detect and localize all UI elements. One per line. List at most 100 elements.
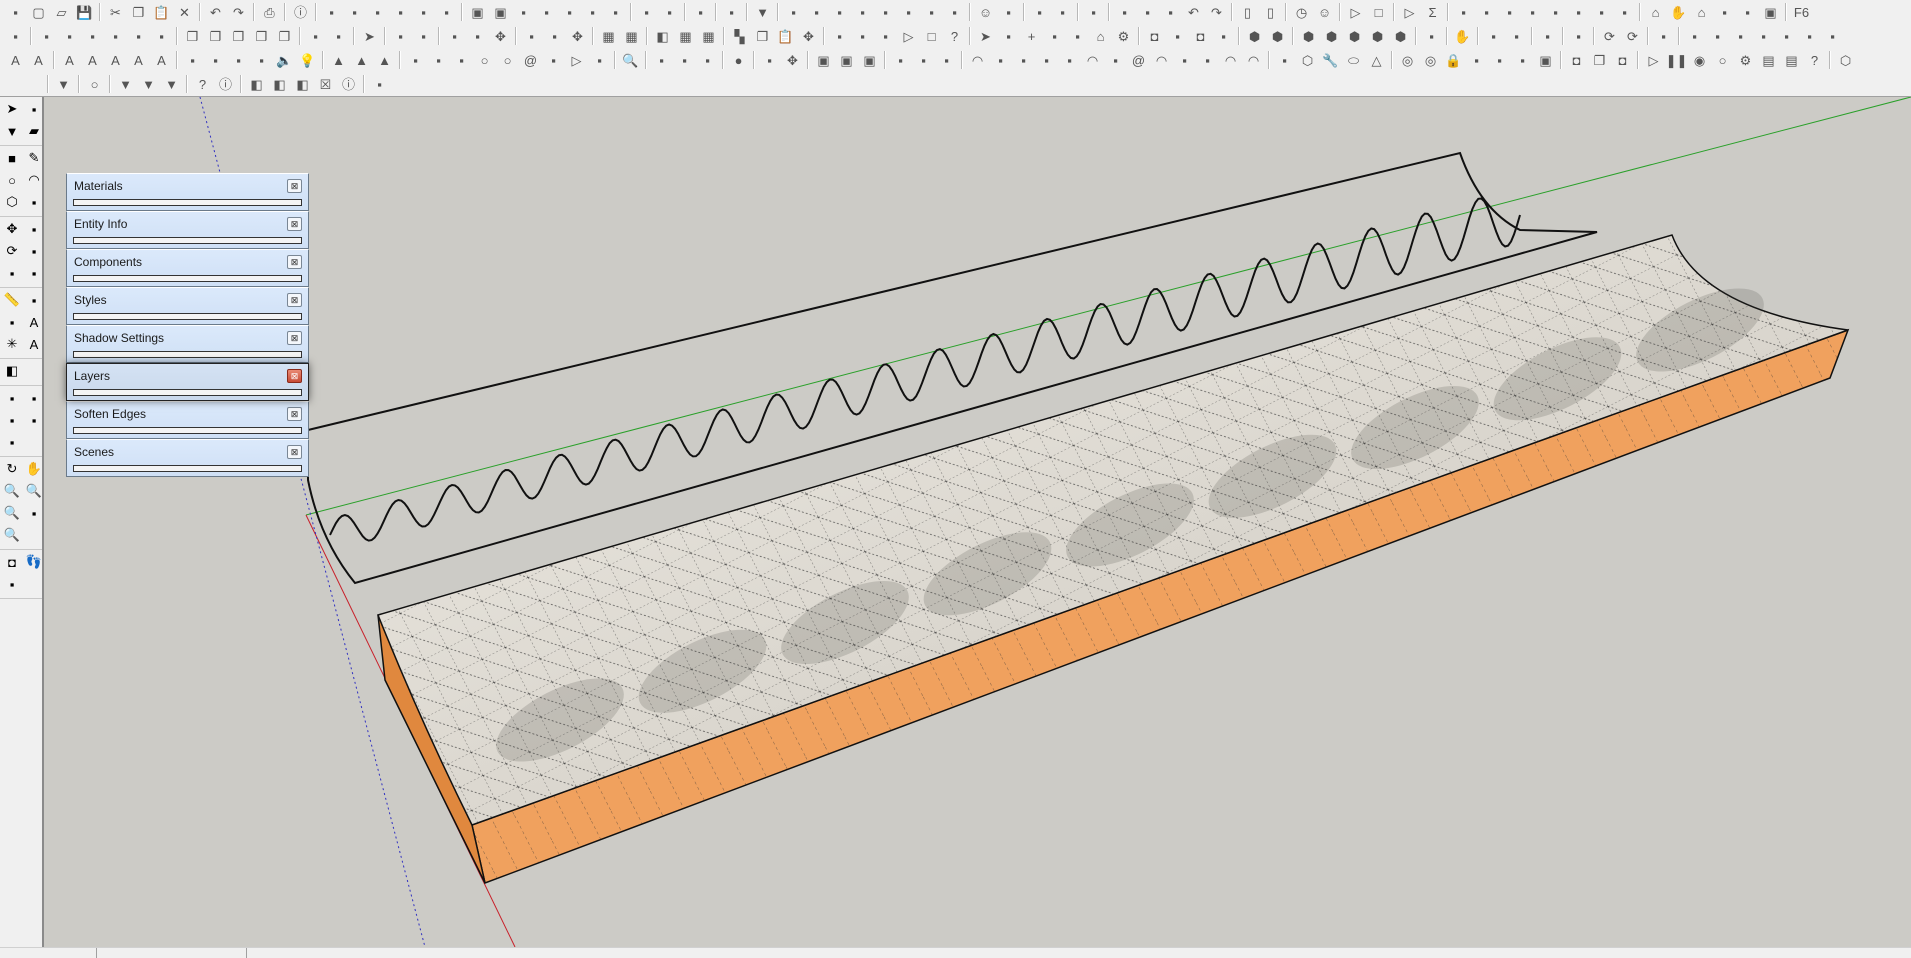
- mirror-icon[interactable]: ▪: [1052, 2, 1073, 23]
- protractor-icon[interactable]: ▪: [2, 312, 22, 332]
- sandbox-from-scratch-icon[interactable]: ▣: [490, 2, 511, 23]
- tray-layers[interactable]: Layers ⊠: [66, 363, 309, 401]
- outer-shell-icon[interactable]: ▪: [2, 388, 22, 408]
- tape-measure-icon[interactable]: 📏: [2, 290, 22, 310]
- arc-red-icon[interactable]: ◠: [1243, 50, 1264, 71]
- lasso-icon[interactable]: ▪: [998, 2, 1019, 23]
- texture-2-icon[interactable]: A: [28, 50, 49, 71]
- tray-title[interactable]: Components: [74, 255, 142, 269]
- follow-me-icon[interactable]: ▪: [721, 2, 742, 23]
- curvature-2-icon[interactable]: ▪: [1545, 2, 1566, 23]
- model-viewport[interactable]: [44, 97, 1911, 947]
- cone-wire-icon[interactable]: ▪: [1489, 50, 1510, 71]
- hourglass-icon[interactable]: ▪: [1568, 26, 1589, 47]
- target-icon[interactable]: ◎: [1397, 50, 1418, 71]
- section-2-icon[interactable]: ◧: [269, 74, 290, 95]
- paint-spray-icon[interactable]: ▼: [115, 74, 136, 95]
- paint-2-icon[interactable]: ▼: [138, 74, 159, 95]
- geo-location-icon[interactable]: ▪: [636, 2, 657, 23]
- paint-bucket-icon[interactable]: ▼: [2, 121, 22, 141]
- face-icon[interactable]: ☺: [1314, 2, 1335, 23]
- texture-icon[interactable]: A: [5, 50, 26, 71]
- add-detail-icon[interactable]: ▪: [582, 2, 603, 23]
- contour-icon[interactable]: ▪: [1453, 2, 1474, 23]
- paint-3-icon[interactable]: ▼: [161, 74, 182, 95]
- plant-icon[interactable]: ▪: [651, 50, 672, 71]
- stamp-icon[interactable]: ▪: [536, 2, 557, 23]
- right-view-icon[interactable]: ▪: [390, 2, 411, 23]
- soap-bubble-8-icon[interactable]: ▪: [944, 2, 965, 23]
- star-cursor-icon[interactable]: ▪: [251, 50, 272, 71]
- info-icon[interactable]: ⓘ: [215, 74, 236, 95]
- pattern-icon[interactable]: ▪: [228, 50, 249, 71]
- follow-me-icon[interactable]: ▪: [24, 241, 44, 261]
- play-black-icon[interactable]: ▷: [898, 26, 919, 47]
- text-icon[interactable]: A: [24, 312, 44, 332]
- house-outline-icon[interactable]: ⌂: [1691, 2, 1712, 23]
- copy-icon[interactable]: ❐: [128, 2, 149, 23]
- cube-solid-icon[interactable]: ⬢: [1344, 26, 1365, 47]
- pause-icon[interactable]: ❚❚: [1666, 50, 1688, 71]
- target-2-icon[interactable]: ◎: [1420, 50, 1441, 71]
- cube-blue-icon[interactable]: ⬢: [1244, 26, 1265, 47]
- align-remove-icon[interactable]: ✥: [490, 26, 511, 47]
- close-circle-icon[interactable]: ○: [1712, 50, 1733, 71]
- tray-title[interactable]: Scenes: [74, 445, 114, 459]
- zoom-all-icon[interactable]: 🔍: [2, 525, 22, 545]
- soap-bubble-7-icon[interactable]: ▪: [921, 2, 942, 23]
- pan-icon[interactable]: ✋: [24, 459, 44, 479]
- cube-blue-2-icon[interactable]: ⬢: [1390, 26, 1411, 47]
- checker-icon[interactable]: ▚: [729, 26, 750, 47]
- triangle-icon[interactable]: △: [1366, 50, 1387, 71]
- sphere-icon[interactable]: ●: [728, 50, 749, 71]
- bub-icon[interactable]: ▪: [875, 26, 896, 47]
- add-point-icon[interactable]: ▪: [405, 50, 426, 71]
- cursor-move-icon[interactable]: ✥: [782, 50, 803, 71]
- curvature-3-icon[interactable]: ▪: [1614, 2, 1635, 23]
- section-add-icon[interactable]: ◧: [246, 74, 267, 95]
- spray-yellow-icon[interactable]: ▲: [351, 50, 372, 71]
- rounded-rect-icon[interactable]: ▪: [1105, 50, 1126, 71]
- cylinder-icon[interactable]: ▪: [1044, 26, 1065, 47]
- color-palette-icon[interactable]: ▪: [369, 74, 390, 95]
- close-icon[interactable]: ⊠: [287, 293, 302, 307]
- copy-gray-4-icon[interactable]: ❐: [251, 26, 272, 47]
- dimension-icon[interactable]: ▪: [24, 290, 44, 310]
- copy-red-icon[interactable]: ❐: [1589, 50, 1610, 71]
- cube-wire-icon[interactable]: ⬢: [1298, 26, 1319, 47]
- camera-3-icon[interactable]: ◘: [1566, 50, 1587, 71]
- cut-icon[interactable]: ✂: [105, 2, 126, 23]
- close-icon[interactable]: ⊠: [287, 217, 302, 231]
- disabled-circle-icon[interactable]: ○: [84, 74, 105, 95]
- bezier-2-icon[interactable]: ▪: [451, 50, 472, 71]
- pendulum-icon[interactable]: ▪: [913, 50, 934, 71]
- lightbulb-icon[interactable]: 💡: [297, 50, 318, 71]
- texture-4-icon[interactable]: A: [82, 50, 103, 71]
- close-icon[interactable]: ⊠: [287, 179, 302, 193]
- drape-icon[interactable]: ▪: [559, 2, 580, 23]
- calculator-icon[interactable]: ▪: [589, 50, 610, 71]
- select-icon[interactable]: ➤: [359, 26, 380, 47]
- arc-green-icon[interactable]: ◠: [1082, 50, 1103, 71]
- polygon-icon[interactable]: ⬡: [1297, 50, 1318, 71]
- push-e-icon[interactable]: ▪: [1684, 26, 1705, 47]
- open-file-icon[interactable]: ▱: [51, 2, 72, 23]
- iso-view-icon[interactable]: ▪: [321, 2, 342, 23]
- undo-icon[interactable]: ↶: [205, 2, 226, 23]
- cube-wire-2-icon[interactable]: ⬢: [1321, 26, 1342, 47]
- tray-scenes[interactable]: Scenes ⊠: [66, 439, 309, 477]
- left-view-icon[interactable]: ▪: [436, 2, 457, 23]
- curve-red-icon[interactable]: ▪: [543, 50, 564, 71]
- render-2-icon[interactable]: ▪: [205, 50, 226, 71]
- box-icon[interactable]: ▣: [1760, 2, 1781, 23]
- copy-gray-3-icon[interactable]: ❐: [228, 26, 249, 47]
- curvature-icon[interactable]: ▪: [1522, 2, 1543, 23]
- door-icon[interactable]: ▯: [1237, 2, 1258, 23]
- soap-bubble-6-icon[interactable]: ▪: [898, 2, 919, 23]
- lock-icon[interactable]: 🔒: [1443, 50, 1464, 71]
- camera-2-icon[interactable]: ◘: [1190, 26, 1211, 47]
- tools-icon[interactable]: ▪: [659, 2, 680, 23]
- color-by-axis-5-icon[interactable]: ▪: [128, 26, 149, 47]
- push-v-icon[interactable]: ▪: [1753, 26, 1774, 47]
- print-icon[interactable]: ⎙: [259, 2, 280, 23]
